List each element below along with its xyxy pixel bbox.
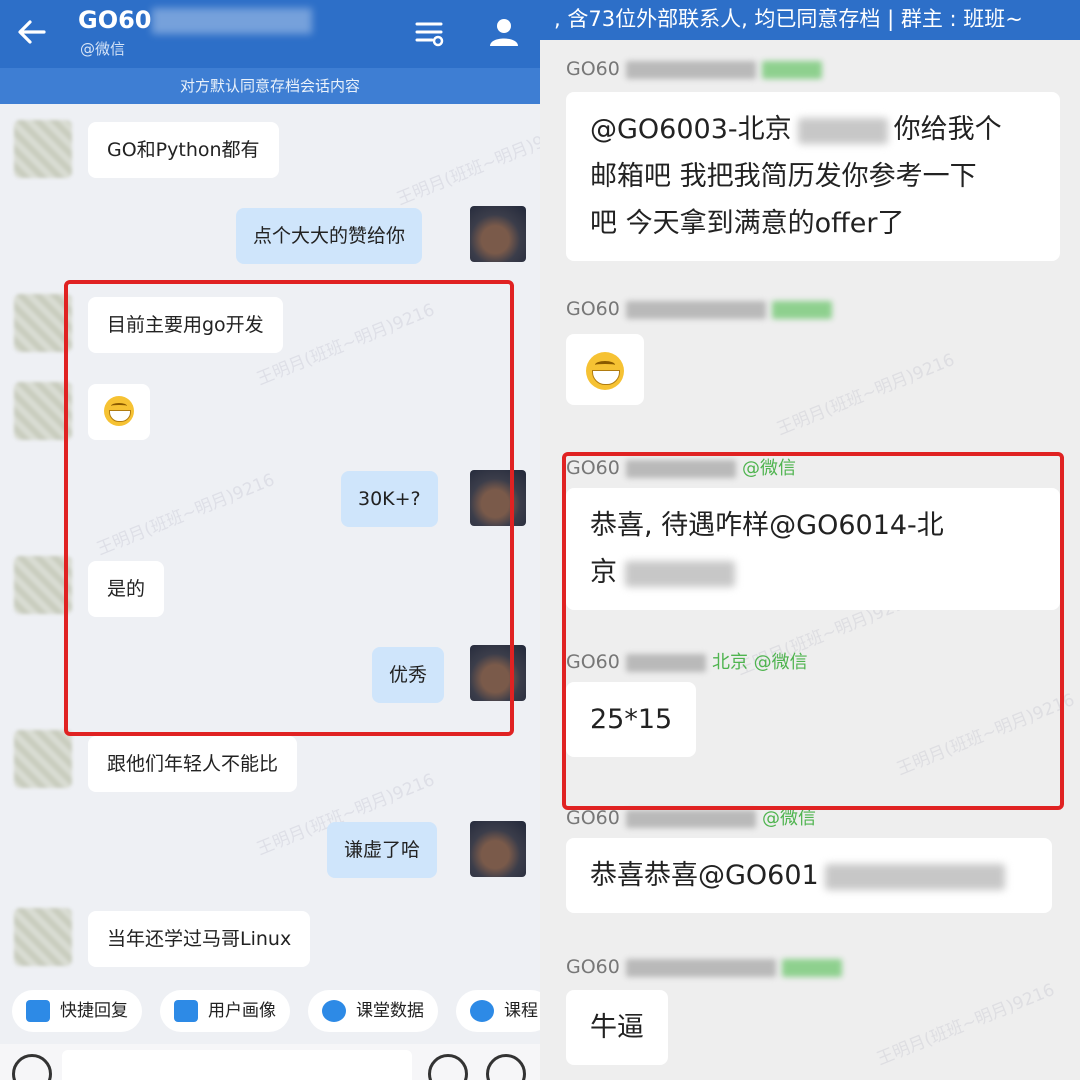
back-arrow-icon[interactable] (14, 14, 50, 50)
grin-emoji-icon (586, 351, 624, 390)
contact-avatar[interactable] (14, 120, 72, 178)
course-icon (470, 1000, 494, 1022)
chat-header: GO60 @微信 (0, 0, 540, 68)
check-square-icon (174, 1000, 198, 1022)
sender-name: GO60 (566, 956, 842, 978)
sender-name: GO60 (566, 298, 832, 320)
class-data-button[interactable]: 课堂数据 (308, 990, 438, 1032)
group-info-banner: , 含73位外部联系人, 均已同意存档 | 群主 : 班班~ (540, 0, 1080, 40)
redacted-name (152, 8, 312, 34)
contact-avatar[interactable] (14, 730, 72, 788)
watermark: 王明月(班班~明月)9216 (874, 979, 1058, 1070)
input-bar (0, 1044, 540, 1080)
course-button[interactable]: 课程 (456, 990, 540, 1032)
message-bubble-in[interactable]: 跟他们年轻人不能比 (88, 736, 298, 792)
group-message-bubble[interactable] (566, 334, 644, 405)
message-bubble-out[interactable]: 点个大大的赞给你 (236, 208, 423, 264)
group-message-bubble[interactable]: 牛逼 (566, 990, 668, 1065)
private-chat-pane: GO60 @微信 对方默认同意存档会话内容 王明月(班班~明月)9216 王明月… (0, 0, 540, 1080)
quick-action-bar: 快捷回复 用户画像 课堂数据 课程 (0, 980, 540, 1044)
group-chat-pane: , 含73位外部联系人, 均已同意存档 | 群主 : 班班~ 王明月(班班~明月… (540, 0, 1080, 1080)
watermark: 王明月(班班~明月)9216 (774, 349, 958, 440)
self-avatar[interactable] (470, 206, 526, 262)
chat-subtitle: @微信 (80, 40, 126, 58)
menu-settings-icon[interactable] (412, 16, 446, 50)
emoji-picker-icon[interactable] (428, 1054, 468, 1080)
message-bubble-in[interactable]: GO和Python都有 (88, 122, 279, 178)
chat-bubble-icon (26, 1000, 50, 1022)
quick-reply-button[interactable]: 快捷回复 (12, 990, 142, 1032)
user-portrait-button[interactable]: 用户画像 (160, 990, 290, 1032)
archive-notice: 对方默认同意存档会话内容 (0, 68, 540, 104)
voice-icon[interactable] (12, 1054, 52, 1080)
contact-avatar[interactable] (14, 908, 72, 966)
group-message-bubble[interactable]: @GO6003-北京 你给我个 邮箱吧 我把我简历发你参考一下 吧 今天拿到满意的… (566, 92, 1060, 261)
self-avatar[interactable] (470, 821, 526, 877)
highlight-box (562, 452, 1064, 810)
user-profile-icon[interactable] (486, 14, 522, 50)
chat-title: GO60 (78, 6, 152, 34)
message-bubble-out[interactable]: 谦虚了哈 (327, 822, 438, 878)
class-data-icon (322, 1000, 346, 1022)
add-attachment-icon[interactable] (486, 1054, 526, 1080)
group-message-bubble[interactable]: 恭喜恭喜@GO601 (566, 838, 1052, 913)
highlight-box (64, 280, 514, 736)
message-bubble-in[interactable]: 当年还学过马哥Linux (88, 911, 311, 967)
message-input[interactable] (62, 1050, 412, 1080)
watermark: 王明月(班班~明月)9216 (394, 119, 540, 210)
sender-name: GO60 (566, 58, 822, 80)
